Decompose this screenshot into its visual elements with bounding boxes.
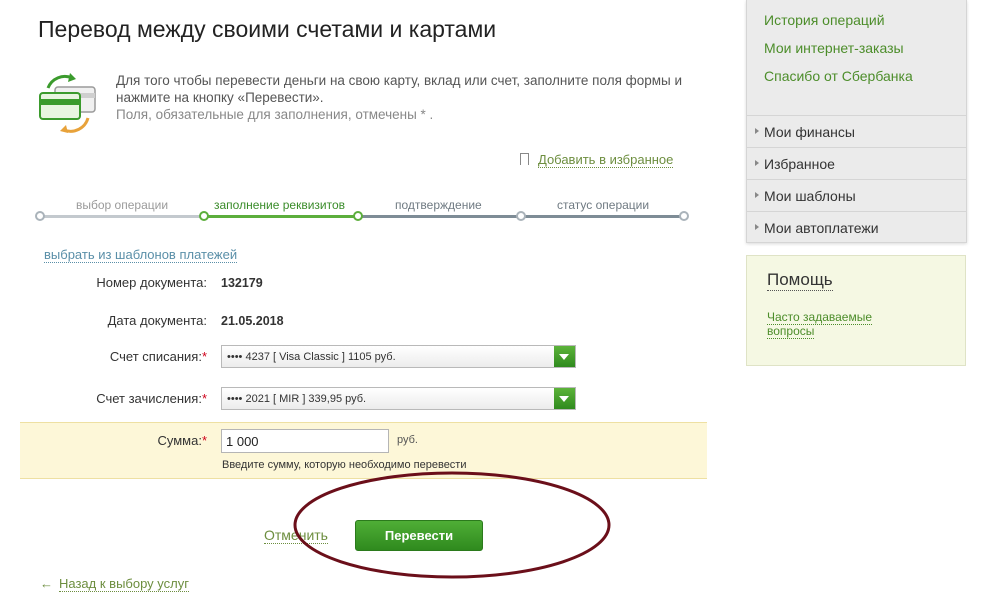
- sidebar-link-spasibo[interactable]: Спасибо от Сбербанка: [764, 68, 913, 84]
- required-mark: *: [201, 349, 207, 364]
- required-mark: *: [201, 391, 207, 406]
- arrow-left-icon: ←: [40, 576, 53, 591]
- sidebar-item-label: Мои финансы: [764, 124, 855, 140]
- back-to-services-link[interactable]: ← Назад к выбору услуг: [40, 576, 189, 592]
- progress-dot-2: [199, 211, 209, 221]
- card-transfer-icon: [39, 73, 96, 133]
- doc-number-value: 132179: [221, 276, 263, 290]
- sidebar-link-internet-orders[interactable]: Мои интернет-заказы: [764, 40, 904, 56]
- add-to-favorites-label: Добавить в избранное: [538, 152, 674, 168]
- sidebar-item-templates[interactable]: Мои шаблоны: [746, 179, 967, 211]
- doc-number-label: Номер документа:: [96, 275, 207, 290]
- sidebar-item-label: Мои автоплатежи: [764, 220, 879, 236]
- back-to-services-label: Назад к выбору услуг: [59, 576, 189, 592]
- step-confirmation: подтверждение: [395, 198, 482, 212]
- progress-dot-3: [353, 211, 363, 221]
- intro-description: Для того чтобы перевести деньги на свою …: [116, 73, 683, 105]
- from-account-label-text: Счет списания:: [109, 349, 202, 364]
- from-account-select[interactable]: •••• 4237 [ Visa Classic ] 1105 руб.: [221, 345, 576, 368]
- from-account-value: •••• 4237 [ Visa Classic ] 1105 руб.: [227, 351, 396, 363]
- amount-input[interactable]: [221, 429, 389, 453]
- faq-link[interactable]: Часто задаваемые вопросы: [767, 310, 907, 339]
- to-account-value: •••• 2021 [ MIR ] 339,95 руб.: [227, 393, 367, 405]
- step-operation-status: статус операции: [557, 198, 650, 212]
- required-mark: *: [201, 433, 207, 448]
- sidebar-link-history[interactable]: История операций: [764, 12, 885, 28]
- sidebar-item-autopayments[interactable]: Мои автоплатежи: [746, 211, 967, 243]
- chevron-right-icon: [755, 160, 759, 166]
- required-fields-note: Поля, обязательные для заполнения, отмеч…: [116, 107, 434, 122]
- doc-date-label: Дата документа:: [107, 313, 207, 328]
- progress-track-active: [204, 215, 358, 218]
- chevron-down-icon[interactable]: [554, 346, 575, 367]
- sidebar-item-my-finances[interactable]: Мои финансы: [746, 115, 967, 147]
- add-to-favorites-link[interactable]: Добавить в избранное: [520, 152, 674, 168]
- chevron-right-icon: [755, 192, 759, 198]
- sidebar-item-label: Мои шаблоны: [764, 188, 856, 204]
- doc-date-value: 21.05.2018: [221, 314, 284, 328]
- bookmark-icon: [520, 153, 529, 165]
- annotation-ellipse: [293, 471, 611, 579]
- progress-dot-4: [516, 211, 526, 221]
- progress-dot-5: [679, 211, 689, 221]
- amount-currency: руб.: [397, 434, 418, 446]
- to-account-label-text: Счет зачисления:: [96, 391, 202, 406]
- sidebar-item-favorites[interactable]: Избранное: [746, 147, 967, 179]
- sidebar-item-label: Избранное: [764, 156, 835, 172]
- chevron-right-icon: [755, 128, 759, 134]
- step-choose-operation: выбор операции: [76, 198, 169, 212]
- to-account-select[interactable]: •••• 2021 [ MIR ] 339,95 руб.: [221, 387, 576, 410]
- step-fill-details: заполнение реквизитов: [214, 198, 346, 212]
- intro-text: Для того чтобы перевести деньги на свою …: [116, 72, 696, 123]
- faq-link-label: Часто задаваемые вопросы: [767, 310, 873, 339]
- page-title: Перевод между своими счетами и картами: [38, 16, 497, 42]
- chevron-right-icon: [755, 224, 759, 230]
- amount-label: Сумма:*: [17, 433, 207, 448]
- progress-track-done: [40, 215, 204, 218]
- progress-dot-1: [35, 211, 45, 221]
- choose-template-link[interactable]: выбрать из шаблонов платежей: [44, 247, 238, 263]
- amount-label-text: Сумма:: [157, 433, 202, 448]
- chevron-down-icon[interactable]: [554, 388, 575, 409]
- to-account-label: Счет зачисления:*: [17, 391, 207, 406]
- from-account-label: Счет списания:*: [17, 349, 207, 364]
- help-title[interactable]: Помощь: [767, 270, 833, 291]
